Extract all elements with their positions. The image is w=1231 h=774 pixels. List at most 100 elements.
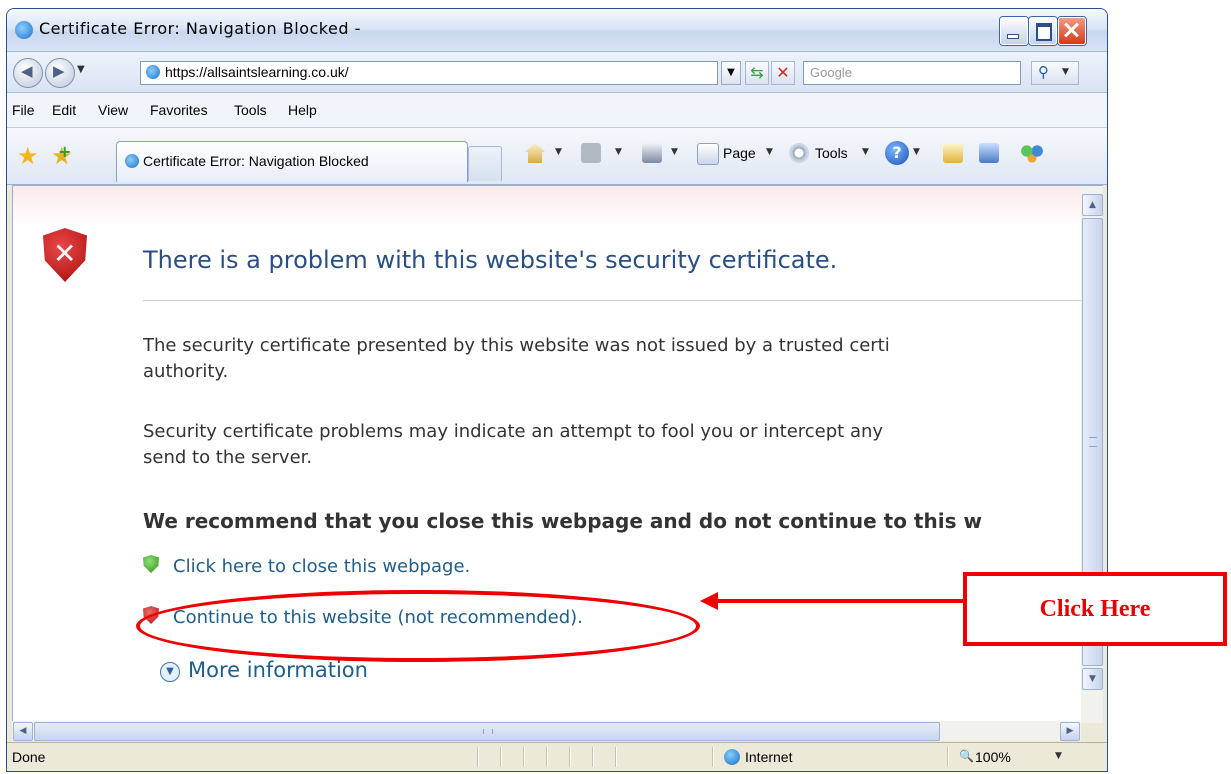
more-information-link[interactable]: More information bbox=[188, 658, 368, 682]
close-window-button[interactable] bbox=[1058, 17, 1086, 45]
help-icon[interactable]: ? bbox=[885, 141, 909, 165]
shield-error-icon: ✕ bbox=[43, 228, 87, 282]
security-zone[interactable]: Internet bbox=[745, 749, 792, 765]
refresh-icon: ⇆ bbox=[750, 63, 764, 82]
annotation-ellipse bbox=[136, 590, 700, 662]
status-separator bbox=[477, 747, 478, 767]
refresh-button[interactable]: ⇆ bbox=[745, 61, 769, 85]
paragraph-line: authority. bbox=[143, 361, 229, 382]
ie-icon bbox=[146, 65, 160, 79]
new-tab-button[interactable] bbox=[468, 146, 502, 181]
menu-file[interactable]: File bbox=[12, 102, 35, 118]
annotation-callout: Click Here bbox=[963, 572, 1227, 646]
ie-icon bbox=[15, 21, 33, 39]
scroll-up-button[interactable]: ▲ bbox=[1082, 194, 1103, 216]
search-icon: ⚲ bbox=[1038, 63, 1049, 81]
status-separator bbox=[523, 747, 524, 767]
tab-title: Certificate Error: Navigation Blocked bbox=[143, 153, 369, 169]
horizontal-scroll-thumb[interactable] bbox=[34, 722, 940, 741]
url-text: https://allsaintslearning.co.uk/ bbox=[165, 64, 349, 80]
scroll-right-button[interactable]: ▶ bbox=[1060, 722, 1080, 741]
page-title: There is a problem with this website's s… bbox=[143, 246, 838, 274]
help-dropdown[interactable]: ▼ bbox=[913, 147, 920, 157]
status-separator bbox=[500, 747, 501, 767]
back-icon: ◀ bbox=[21, 62, 33, 80]
scroll-down-button[interactable]: ▼ bbox=[1082, 668, 1103, 690]
back-button[interactable]: ◀ bbox=[13, 58, 43, 88]
scroll-left-button[interactable]: ◀ bbox=[13, 722, 33, 741]
horizontal-scrollbar[interactable]: ◀ ▶ bbox=[12, 721, 1081, 741]
extra-tool-icon[interactable] bbox=[979, 143, 999, 163]
untrusted-cert-paragraph: The security certificate presented by th… bbox=[143, 333, 890, 385]
status-separator bbox=[947, 747, 948, 767]
chevron-down-icon: ▼ bbox=[1062, 67, 1069, 77]
address-bar: ◀ ▶ ▼ https://allsaintslearning.co.uk/ ▼… bbox=[7, 52, 1107, 93]
tools-gear-icon[interactable] bbox=[789, 143, 809, 163]
zoom-icon: 🔍 bbox=[959, 749, 974, 763]
menu-favorites[interactable]: Favorites bbox=[150, 102, 208, 118]
callout-label: Click Here bbox=[1039, 596, 1151, 622]
forward-button[interactable]: ▶ bbox=[45, 58, 75, 88]
status-separator bbox=[712, 747, 713, 767]
search-button[interactable]: ⚲ ▼ bbox=[1031, 61, 1079, 85]
tools-menu-label[interactable]: Tools bbox=[815, 145, 848, 161]
page-menu-label[interactable]: Page bbox=[723, 145, 756, 161]
home-dropdown[interactable]: ▼ bbox=[555, 147, 562, 157]
grip-icon bbox=[1089, 437, 1097, 447]
feeds-dropdown[interactable]: ▼ bbox=[615, 147, 622, 157]
status-separator bbox=[592, 747, 593, 767]
close-webpage-link[interactable]: Click here to close this webpage. bbox=[173, 556, 470, 577]
search-placeholder: Google bbox=[810, 65, 852, 80]
annotation-arrow bbox=[716, 599, 964, 603]
globe-icon bbox=[724, 749, 740, 765]
command-bar: ★ ★ Certificate Error: Navigation Blocke… bbox=[7, 128, 1107, 185]
status-separator bbox=[546, 747, 547, 767]
menu-edit[interactable]: Edit bbox=[52, 102, 76, 118]
paragraph-line: Security certificate problems may indica… bbox=[143, 421, 884, 442]
page-icon[interactable] bbox=[697, 143, 719, 165]
forward-icon: ▶ bbox=[53, 62, 65, 80]
paragraph-line: The security certificate presented by th… bbox=[143, 335, 890, 356]
minimize-button[interactable] bbox=[1000, 17, 1028, 45]
browser-window: Certificate Error: Navigation Blocked - … bbox=[6, 8, 1108, 772]
url-dropdown-button[interactable]: ▼ bbox=[721, 61, 741, 85]
security-warning-paragraph: Security certificate problems may indica… bbox=[143, 419, 883, 471]
grip-icon bbox=[483, 729, 493, 734]
menu-help[interactable]: Help bbox=[288, 102, 317, 118]
messenger-icon[interactable] bbox=[1019, 143, 1045, 163]
menu-bar: File Edit View Favorites Tools Help bbox=[7, 93, 1107, 128]
url-input[interactable]: https://allsaintslearning.co.uk/ bbox=[140, 61, 718, 85]
print-icon[interactable] bbox=[642, 143, 662, 163]
zoom-level[interactable]: 100% bbox=[975, 749, 1011, 765]
ie-icon bbox=[125, 154, 139, 168]
stop-button[interactable]: ✕ bbox=[771, 61, 795, 85]
status-bar: Done Internet 🔍 100% ▼ bbox=[7, 742, 1107, 771]
home-icon[interactable] bbox=[525, 143, 545, 163]
divider bbox=[143, 300, 1082, 301]
zoom-dropdown[interactable]: ▼ bbox=[1055, 751, 1062, 761]
status-separator bbox=[569, 747, 570, 767]
window-title: Certificate Error: Navigation Blocked - bbox=[39, 19, 361, 38]
search-input[interactable]: Google bbox=[803, 61, 1021, 85]
print-dropdown[interactable]: ▼ bbox=[671, 147, 678, 157]
status-separator bbox=[615, 747, 616, 767]
favorites-star-icon[interactable]: ★ bbox=[17, 142, 39, 170]
annotation-arrowhead bbox=[700, 592, 718, 610]
title-bar: Certificate Error: Navigation Blocked - bbox=[7, 9, 1107, 52]
page-dropdown[interactable]: ▼ bbox=[766, 147, 773, 157]
maximize-button[interactable] bbox=[1029, 17, 1057, 45]
stop-icon: ✕ bbox=[776, 63, 790, 82]
chevron-down-icon[interactable]: ▼ bbox=[160, 662, 180, 682]
shield-ok-icon bbox=[143, 555, 159, 573]
tools-dropdown[interactable]: ▼ bbox=[862, 147, 869, 157]
status-text: Done bbox=[12, 749, 46, 765]
paragraph-line: send to the server. bbox=[143, 447, 313, 468]
feeds-icon[interactable] bbox=[581, 143, 601, 163]
recent-pages-dropdown[interactable]: ▼ bbox=[77, 64, 85, 75]
add-favorite-icon[interactable]: ★ bbox=[51, 142, 73, 170]
menu-view[interactable]: View bbox=[98, 102, 128, 118]
research-icon[interactable] bbox=[943, 143, 963, 163]
tab-certificate-error[interactable]: Certificate Error: Navigation Blocked bbox=[116, 141, 468, 182]
recommendation-text: We recommend that you close this webpage… bbox=[143, 509, 982, 533]
menu-tools[interactable]: Tools bbox=[234, 102, 267, 118]
